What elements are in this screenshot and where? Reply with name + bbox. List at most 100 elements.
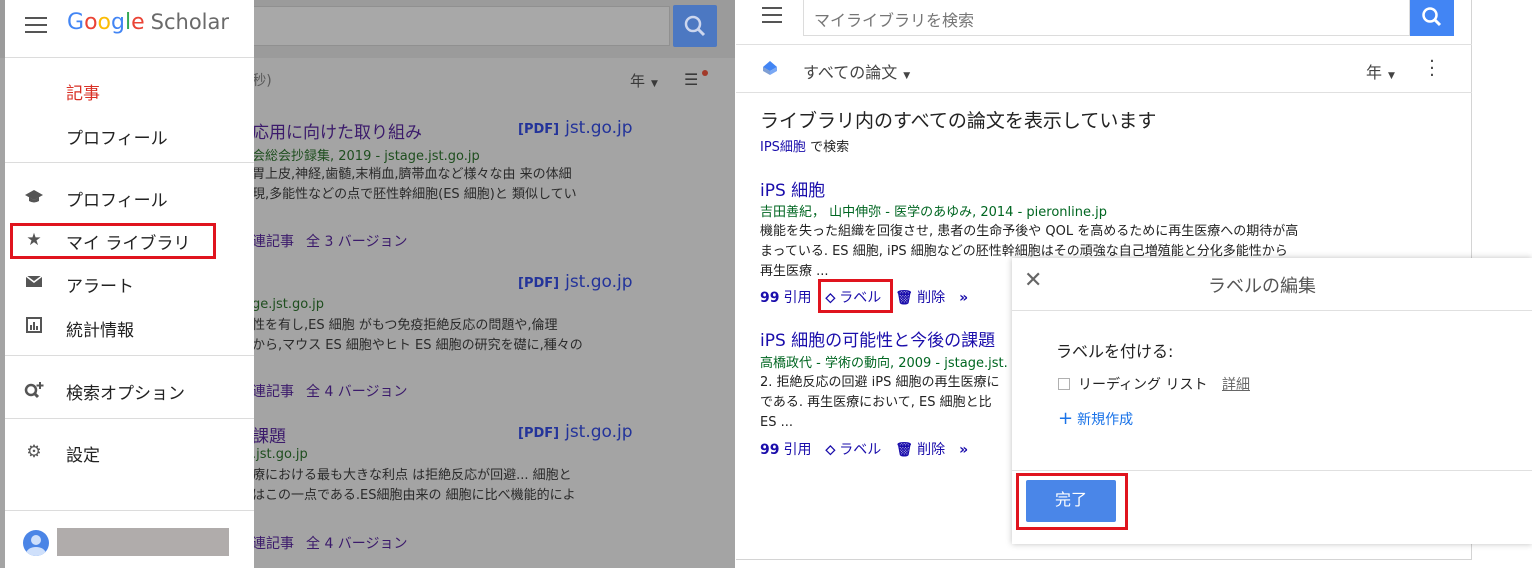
library-search-button[interactable] (1410, 0, 1454, 36)
cite-label: 引用 (783, 290, 812, 306)
stats-icon (23, 317, 45, 337)
filter-icon[interactable]: ☰ (684, 70, 698, 89)
mail-icon (23, 273, 45, 293)
new-label-text: 新規作成 (1077, 412, 1134, 428)
divider (736, 92, 1472, 93)
drawer-item-stats[interactable]: 統計情報 (5, 307, 254, 347)
drawer-item-label: 統計情報 (66, 321, 134, 341)
snippet-line: ES ... (760, 415, 793, 430)
edit-label-dialog: ✕ ラベルの編集 ラベルを付ける: リーディング リスト 詳細 + 新規作成 完了 (1012, 258, 1532, 544)
cite-button[interactable]: 99 引用 (760, 442, 811, 458)
reading-list-label[interactable]: リーディング リスト (1078, 374, 1207, 394)
trash-icon: 🗑 (895, 290, 914, 306)
paper-title[interactable]: iPS 細胞 (760, 176, 825, 201)
divider (5, 418, 254, 419)
result-links: 連記事全 4 バージョン (252, 381, 420, 401)
related-link[interactable]: 連記事 (252, 536, 294, 552)
drawer-item-label: 記事 (66, 84, 100, 104)
logo-letter: o (84, 10, 98, 35)
highlight-done-button (1016, 473, 1128, 530)
pdf-tag: [PDF] (518, 122, 560, 137)
result-links: 連記事全 4 バージョン (252, 533, 420, 553)
versions-link[interactable]: 全 4 バージョン (306, 384, 408, 400)
year-sort-dropdown[interactable]: 年 ▼ (1366, 59, 1395, 83)
related-link[interactable]: 連記事 (252, 384, 294, 400)
new-label-button[interactable]: + 新規作成 (1058, 408, 1133, 429)
search-icon (684, 15, 706, 37)
drawer-item-profile-top[interactable]: プロフィール (5, 115, 254, 155)
logo-letter: o (97, 10, 111, 35)
versions-link[interactable]: 全 4 バージョン (306, 536, 408, 552)
reading-list-checkbox[interactable] (1058, 378, 1070, 390)
search-button[interactable] (673, 5, 717, 47)
drawer-item-profile[interactable]: プロフィール (5, 177, 254, 217)
highlight-my-library (10, 223, 216, 259)
result-title[interactable]: 課題 (252, 422, 286, 447)
delete-label: 削除 (917, 290, 946, 306)
dropdown-arrow-icon: ▼ (1388, 71, 1395, 81)
pdf-link[interactable]: [PDF] jst.go.jp (518, 118, 633, 138)
cite-button[interactable]: 99 引用 (760, 290, 811, 306)
result-source: ge.jst.go.jp (252, 297, 324, 312)
filter-dot-icon (702, 70, 708, 76)
related-link[interactable]: 連記事 (252, 234, 294, 250)
pdf-link[interactable]: [PDF] jst.go.jp (518, 422, 633, 442)
tag-icon: ⬦ (825, 442, 836, 458)
drawer-item-articles[interactable]: 記事 (5, 70, 254, 110)
divider (1012, 310, 1532, 311)
snippet-line: 機能を失った組織を回復させ, 患者の生命予後や QOL を高めるために再生医療へ… (760, 224, 1299, 239)
more-chevrons-icon[interactable]: » (959, 290, 968, 306)
divider (5, 162, 254, 163)
result-title[interactable]: 応用に向けた取り組み (252, 118, 422, 143)
divider (5, 355, 254, 356)
logo-letter: g (111, 10, 125, 35)
drawer-item-alerts[interactable]: アラート (5, 263, 254, 303)
versions-link[interactable]: 全 3 バージョン (306, 234, 408, 250)
all-papers-dropdown[interactable]: すべての論文 ▼ (803, 59, 910, 83)
avatar[interactable] (23, 530, 49, 556)
library-heading: ライブラリ内のすべての論文を表示しています (760, 110, 1157, 132)
drawer-item-search-options[interactable]: 検索オプション (5, 370, 254, 410)
snippet-line: 性を有し,ES 細胞 がもつ免疫拒絶反応の問題や,倫理 (252, 318, 558, 333)
dropdown-arrow-icon: ▼ (651, 79, 658, 89)
result-source: 会総会抄録集, 2019 - jstage.jst.go.jp (252, 149, 480, 164)
year-filter[interactable]: 年 ▼ (630, 70, 658, 91)
assign-label-heading: ラベルを付ける: (1056, 342, 1174, 361)
pdf-link[interactable]: [PDF] jst.go.jp (518, 272, 633, 292)
divider (736, 44, 1472, 45)
logo-letter: e (131, 10, 145, 35)
dialog-title: ラベルの編集 (1208, 276, 1316, 297)
menu-icon[interactable] (762, 7, 782, 23)
google-scholar-logo[interactable]: Google Scholar (67, 10, 229, 35)
menu-icon[interactable] (25, 17, 47, 35)
delete-button[interactable]: 🗑 削除 (895, 290, 945, 306)
delete-button[interactable]: 🗑 削除 (895, 442, 945, 458)
drawer-item-settings[interactable]: ⚙ 設定 (5, 432, 254, 472)
snippet-line: 2. 拒絶反応の回避 iPS 細胞の再生医療に (760, 375, 1000, 390)
result-links: 連記事全 3 バージョン (252, 231, 420, 251)
redacted-account-name (57, 528, 229, 556)
more-chevrons-icon[interactable]: » (959, 442, 968, 458)
paper-source: 高橋政代 - 学術の動向, 2009 - jstage.jst. (760, 356, 1008, 371)
query-suffix: で検索 (810, 140, 850, 155)
close-icon[interactable]: ✕ (1024, 268, 1042, 293)
snippet-line: 現,多能性などの点で胚性幹細胞(ES 細胞)と 類似してい (252, 187, 577, 202)
pdf-domain: jst.go.jp (565, 118, 633, 138)
mortarboard-icon (23, 187, 45, 207)
delete-label: 削除 (917, 442, 946, 458)
search-input[interactable] (250, 6, 670, 46)
year-label: 年 (630, 72, 646, 90)
label-label: ラベル (839, 442, 882, 458)
paper-title[interactable]: iPS 細胞の可能性と今後の課題 (760, 326, 995, 351)
pdf-domain: jst.go.jp (565, 272, 633, 292)
highlight-label-button (818, 279, 893, 313)
label-button[interactable]: ⬦ ラベル (825, 442, 881, 458)
nav-drawer: Google Scholar 記事 プロフィール プロフィール ★ マイ ライブラ… (5, 0, 254, 568)
details-link[interactable]: 詳細 (1222, 374, 1250, 394)
divider (1012, 470, 1532, 471)
query-term-link[interactable]: IPS細胞 (760, 140, 806, 155)
library-search-input[interactable]: マイライブラリを検索 (803, 0, 1410, 36)
more-vert-icon[interactable]: · · · (1428, 53, 1436, 85)
search-icon (1422, 7, 1442, 27)
logo-scholar-text: Scholar (150, 10, 230, 34)
